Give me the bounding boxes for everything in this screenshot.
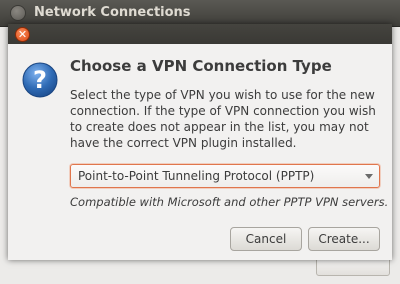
create-button[interactable]: Create... [308,227,380,251]
vpn-type-selected-value: Point-to-Point Tunneling Protocol (PPTP) [78,169,315,183]
dialog-heading: Choose a VPN Connection Type [70,57,332,75]
vpn-type-select[interactable]: Point-to-Point Tunneling Protocol (PPTP) [70,164,380,188]
dialog-titlebar: ✕ [8,24,392,44]
cancel-button[interactable]: Cancel [230,227,302,251]
window-close-icon[interactable] [10,5,26,21]
vpn-type-dialog: ✕ ? Choose a VPN Connection Type Select … [8,24,392,260]
dialog-description: Select the type of VPN you wish to use f… [70,88,376,150]
close-icon[interactable]: ✕ [15,27,30,42]
window-title: Network Connections [34,5,191,20]
chevron-down-icon [365,174,373,179]
question-icon: ? [22,62,58,98]
svg-text:?: ? [33,66,47,94]
network-connections-titlebar: Network Connections [0,0,400,27]
compatibility-note: Compatible with Microsoft and other PPTP… [70,195,389,209]
